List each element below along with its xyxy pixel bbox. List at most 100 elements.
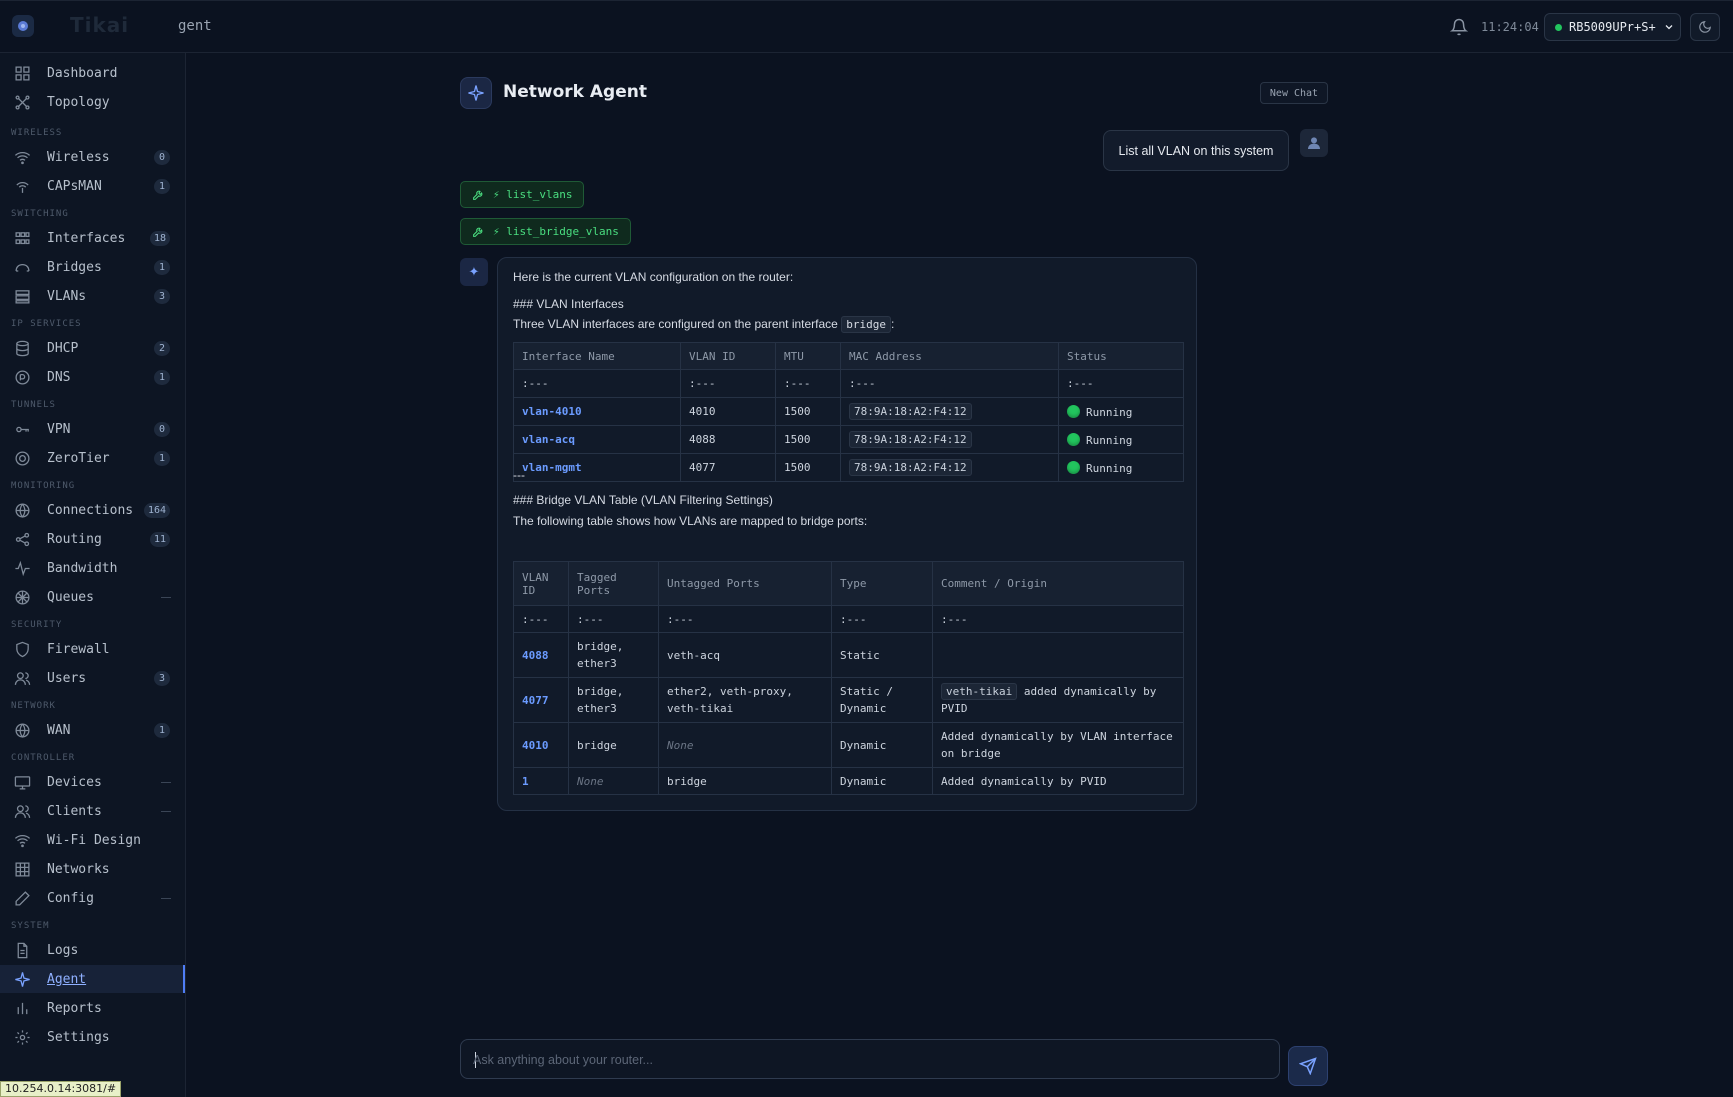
wifi-icon <box>14 834 31 847</box>
sidebar-item-label: Wi-Fi Design <box>47 832 141 848</box>
sidebar-item-zerotier[interactable]: ZeroTier 1 <box>0 444 185 472</box>
device-name: RB5009UPr+S+ <box>1569 20 1656 34</box>
none-value: None <box>667 738 694 752</box>
send-icon <box>1299 1057 1317 1075</box>
sidebar-item-capsman[interactable]: CAPsMAN 1 <box>0 172 185 200</box>
table-cell: 4010 <box>513 722 569 768</box>
sidebar-item-queues[interactable]: Queues <box>0 583 185 611</box>
reply-paragraph-text: Three VLAN interfaces are configured on … <box>513 317 838 331</box>
sidebar-item-label: Settings <box>47 1029 110 1045</box>
tool-call-chip[interactable]: ⚡ list_vlans <box>460 181 585 208</box>
sidebar-item-firewall[interactable]: Firewall <box>0 635 185 663</box>
users-icon <box>14 804 31 818</box>
chat-composer <box>460 1039 1280 1079</box>
reply-paragraph-suffix: : <box>890 317 895 331</box>
sidebar-item-label: Topology <box>47 94 110 110</box>
vlan-id-link[interactable]: 4088 <box>522 649 549 662</box>
vlan-interfaces-table: Interface Name VLAN ID MTU MAC Address S… <box>513 342 1184 482</box>
bridge-vlan-table: VLAN ID Tagged Ports Untagged Ports Type… <box>513 561 1184 795</box>
sidebar-item-label: VLANs <box>47 288 87 304</box>
sidebar-item-bridges[interactable]: Bridges 1 <box>0 253 185 281</box>
shield-icon <box>16 641 29 657</box>
sidebar-item-wan[interactable]: WAN 1 <box>0 716 185 744</box>
vlan-id-link[interactable]: 4077 <box>522 694 549 707</box>
placeholder-dash <box>161 596 171 598</box>
sidebar-item-networks[interactable]: Networks <box>0 855 185 883</box>
sidebar-item-wireless[interactable]: Wireless 0 <box>0 143 185 171</box>
sidebar-item-config[interactable]: Config <box>0 884 185 912</box>
moon-icon <box>1699 21 1711 33</box>
table-cell: 4010 <box>680 397 776 426</box>
table-row: 4088 bridge, ether3 veth-acq Static <box>513 632 1184 678</box>
table-cell: 4088 <box>680 425 776 454</box>
wrench-icon <box>473 227 483 237</box>
sidebar-item-dashboard[interactable]: Dashboard <box>0 59 185 87</box>
bridge-icon <box>15 263 30 272</box>
interface-link[interactable]: vlan-mgmt <box>522 461 582 474</box>
placeholder-dash <box>161 897 171 899</box>
sidebar-item-agent[interactable]: Agent <box>0 965 185 993</box>
table-header-row: Interface Name VLAN ID MTU MAC Address S… <box>513 342 1184 370</box>
table-cell: Dynamic <box>831 767 933 795</box>
sidebar-item-wi-fi-design[interactable]: Wi-Fi Design <box>0 826 185 854</box>
interface-link[interactable]: vlan-acq <box>522 433 575 446</box>
count-badge: 3 <box>154 288 170 304</box>
green-circle-icon <box>1067 404 1080 418</box>
table-cell <box>932 632 1184 678</box>
count-badge: 18 <box>149 230 170 246</box>
sidebar-item-label: ZeroTier <box>47 450 110 466</box>
device-selector[interactable]: RB5009UPr+S+ <box>1544 13 1681 41</box>
table-row: vlan-4010 4010 1500 78:9A:18:A2:F4:12 Ru… <box>513 397 1184 426</box>
sidebar-item-users[interactable]: Users 3 <box>0 664 185 692</box>
table-row: vlan-acq 4088 1500 78:9A:18:A2:F4:12 Run… <box>513 425 1184 454</box>
sidebar-item-dhcp[interactable]: DHCP 2 <box>0 334 185 362</box>
status-dot-icon <box>1555 23 1562 31</box>
table-cell: Added dynamically by PVID <box>932 767 1184 795</box>
sidebar-item-connections[interactable]: Connections 164 <box>0 496 185 524</box>
sidebar-item-settings[interactable]: Settings <box>0 1023 185 1051</box>
sidebar-item-interfaces[interactable]: Interfaces 18 <box>0 224 185 252</box>
sidebar-item-bandwidth[interactable]: Bandwidth <box>0 554 185 582</box>
sidebar-item-vpn[interactable]: VPN 0 <box>0 415 185 443</box>
theme-toggle-button[interactable] <box>1690 13 1720 41</box>
globe-icon <box>15 722 30 738</box>
table-cell: :--- <box>932 605 1184 633</box>
interface-link[interactable]: vlan-4010 <box>522 405 582 418</box>
sidebar-item-reports[interactable]: Reports <box>0 994 185 1022</box>
chevron-down-icon <box>1665 25 1673 30</box>
vlan-id-link[interactable]: 4010 <box>522 739 549 752</box>
sidebar-item-logs[interactable]: Logs <box>0 936 185 964</box>
column-header: Comment / Origin <box>932 561 1184 606</box>
mac-address: 78:9A:18:A2:F4:12 <box>849 459 972 476</box>
dashboard-icon <box>15 65 30 81</box>
sidebar-item-devices[interactable]: Devices <box>0 768 185 796</box>
table-cell: 4077 <box>513 677 569 723</box>
logo-icon[interactable] <box>12 15 34 37</box>
gear-icon <box>15 1029 30 1045</box>
tool-call-chip[interactable]: ⚡ list_bridge_vlans <box>460 218 631 245</box>
table-cell: 78:9A:18:A2:F4:12 <box>840 397 1059 426</box>
vlan-id-link[interactable]: 1 <box>522 775 529 788</box>
mac-address: 78:9A:18:A2:F4:12 <box>849 403 972 420</box>
table-row: :--- :--- :--- :--- :--- <box>513 605 1184 633</box>
new-chat-button[interactable]: New Chat <box>1260 82 1328 104</box>
count-badge: 0 <box>154 149 170 165</box>
sidebar-item-vlans[interactable]: VLANs 3 <box>0 282 185 310</box>
chat-input[interactable] <box>473 1049 1263 1071</box>
send-button[interactable] <box>1288 1046 1328 1086</box>
column-header: MAC Address <box>840 342 1059 370</box>
table-cell: :--- <box>775 369 841 398</box>
sidebar-item-label: Users <box>47 670 87 686</box>
monitor-icon <box>14 775 31 790</box>
sidebar-item-topology[interactable]: Topology <box>0 88 185 116</box>
queue-icon <box>15 589 30 605</box>
sidebar-section-title: SWITCHING <box>11 209 69 219</box>
top-bar: Tikai gent 11:24:04 RB5009UPr+S+ <box>0 0 1733 53</box>
sidebar-item-routing[interactable]: Routing 11 <box>0 525 185 553</box>
count-badge: 1 <box>154 369 170 385</box>
bell-icon[interactable] <box>1450 18 1468 36</box>
table-cell: 78:9A:18:A2:F4:12 <box>840 425 1059 454</box>
sidebar-item-dns[interactable]: DNS 1 <box>0 363 185 391</box>
table-row: 4077 bridge, ether3 ether2, veth-proxy, … <box>513 677 1184 723</box>
sidebar-item-clients[interactable]: Clients <box>0 797 185 825</box>
